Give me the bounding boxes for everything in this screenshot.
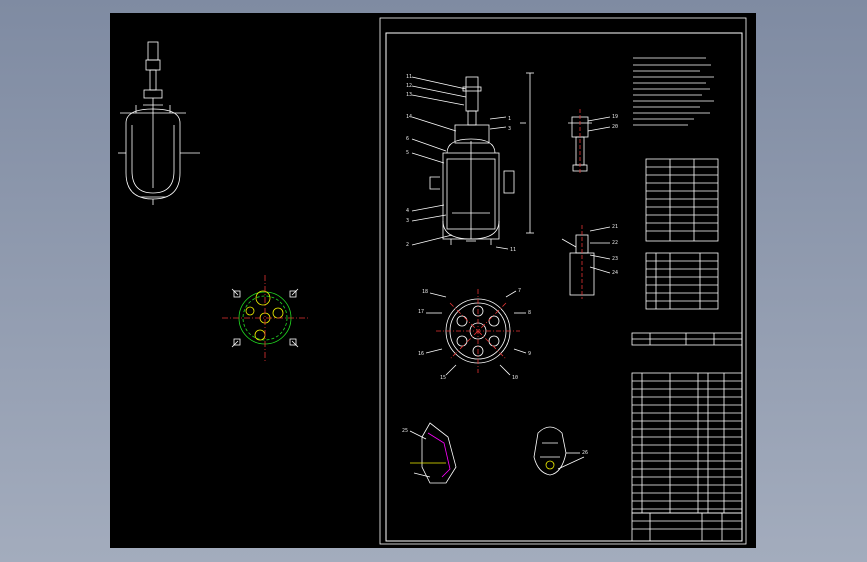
leader-number-label: 8 — [528, 310, 531, 316]
leader-number-label: 9 — [528, 351, 531, 357]
leader-number-label: 18 — [422, 289, 428, 295]
sheet-inner-border — [385, 32, 743, 542]
reactor-elevation — [411, 72, 534, 250]
leader-labels: 1112131465432131119202122232418171615 109… — [402, 74, 618, 456]
leader-number-label: 7 — [518, 288, 521, 294]
leader-number-label: 11 — [406, 74, 412, 80]
leader-number-label: 26 — [582, 450, 588, 456]
sheet-border — [379, 17, 747, 545]
leader-number-label: 19 — [612, 114, 618, 120]
leader-number-label: 1 — [508, 116, 511, 122]
leader-number-label: 3 — [406, 218, 409, 224]
specification-table — [645, 158, 719, 242]
leader-number-label: 17 — [418, 309, 424, 315]
leader-number-label: 22 — [612, 240, 618, 246]
nozzle-table — [645, 252, 719, 310]
reactor-plan-view — [425, 289, 527, 376]
leader-number-label: 10 — [512, 375, 518, 381]
detail-view-b — [561, 225, 611, 299]
title-block — [631, 512, 743, 542]
leader-number-label: 20 — [612, 124, 618, 130]
leader-number-label: 2 — [406, 242, 409, 248]
detail-view-d — [533, 426, 585, 476]
plan-view-left — [222, 275, 308, 361]
technical-notes — [633, 57, 714, 126]
leader-number-label: 5 — [406, 150, 409, 156]
detail-view-c — [409, 422, 457, 484]
viewport: 11 12 13 14 6 5 4 3 2 1 3 11 19 20 21 22 23 24 18 17 16 15 10 9… — [0, 0, 867, 562]
cad-drawing: 1112131465432131119202122232418171615 109… — [118, 17, 747, 545]
reactor-sketch-left — [118, 41, 200, 205]
leader-number-label: 25 — [402, 428, 408, 434]
leader-number-label: 11 — [510, 247, 516, 253]
leader-number-label: 6 — [406, 136, 409, 142]
leader-number-label: 23 — [612, 256, 618, 262]
parts-list-table — [631, 372, 743, 514]
leader-number-label: 3 — [508, 126, 511, 132]
leader-number-label: 15 — [440, 375, 446, 381]
detail-view-a — [568, 109, 611, 173]
leader-number-label: 21 — [612, 224, 618, 230]
leader-number-label: 12 — [406, 83, 412, 89]
header-strip-table — [631, 332, 743, 346]
leader-number-label: 4 — [406, 208, 409, 214]
drawing-canvas[interactable]: 11 12 13 14 6 5 4 3 2 1 3 11 19 20 21 22 23 24 18 17 16 15 10 9… — [110, 13, 756, 548]
leader-number-label: 14 — [406, 114, 412, 120]
leader-number-label: 13 — [406, 92, 412, 98]
leader-number-label: 24 — [612, 270, 618, 276]
leader-number-label: 16 — [418, 351, 424, 357]
